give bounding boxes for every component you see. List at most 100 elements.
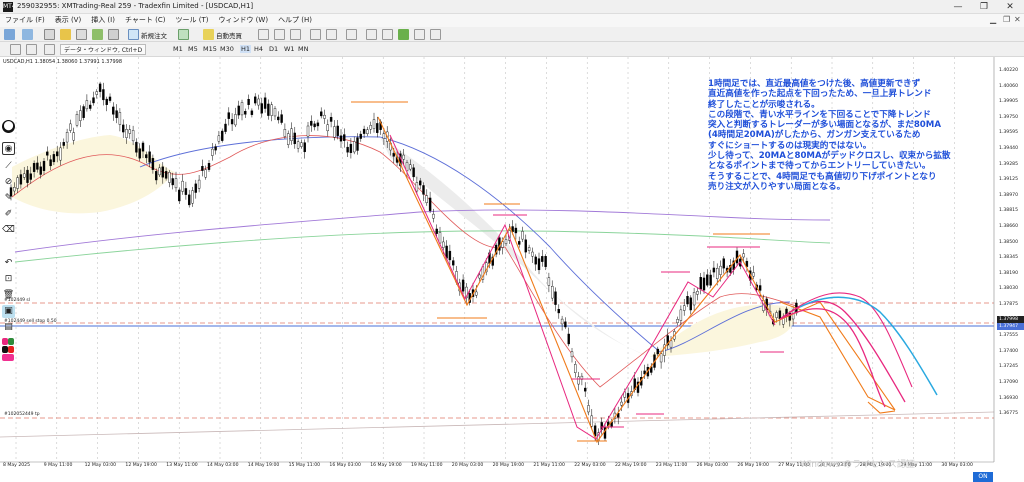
- timeframe-m1[interactable]: M1: [173, 45, 183, 53]
- timeframe-d1[interactable]: D1: [269, 45, 278, 53]
- undo-icon[interactable]: ↶: [2, 257, 15, 270]
- cursor-pointer-icon[interactable]: ⬤: [2, 120, 15, 133]
- new-order-icon[interactable]: [128, 29, 139, 40]
- timeframe-h4[interactable]: H4: [254, 45, 263, 53]
- child-close-icon[interactable]: ✕: [1014, 15, 1021, 24]
- annotation-line: この段階で、青い水平ラインを下回ることで下降トレンド: [708, 109, 931, 120]
- clipboard-icon[interactable]: ▤: [2, 321, 15, 334]
- price-chart[interactable]: USDCAD,H1 1.38054 1.38060 1.37991 1.3799…: [0, 57, 1024, 482]
- long-trendline[interactable]: [0, 411, 995, 438]
- crosshair-icon[interactable]: [26, 44, 37, 55]
- trash-icon[interactable]: 🗑: [2, 289, 15, 302]
- restore-button[interactable]: ❐: [970, 0, 998, 14]
- annotation-line: 直近高値を作った起点を下回ったため、一旦上昇トレンド: [708, 89, 932, 100]
- menu-insert[interactable]: 挿入 (I): [86, 14, 120, 27]
- minimize-button[interactable]: —: [944, 0, 972, 14]
- bear-candle: [554, 291, 557, 305]
- menu-tools[interactable]: ツール (T): [170, 14, 213, 27]
- bear-candle: [52, 154, 56, 163]
- new-chart-icon[interactable]: [4, 29, 15, 40]
- menu-file[interactable]: ファイル (F): [0, 14, 50, 27]
- eye-icon[interactable]: ◉: [2, 142, 15, 155]
- bear-candle: [36, 162, 39, 170]
- navigator-icon[interactable]: [76, 29, 87, 40]
- time-tick-label: 12 May 03:00: [84, 463, 117, 468]
- timeframe-w1[interactable]: W1: [284, 45, 295, 53]
- candlestick-icon[interactable]: [274, 29, 285, 40]
- bull-candle: [204, 169, 207, 178]
- pink-projection-2[interactable]: [779, 308, 886, 408]
- menu-help[interactable]: ヘルプ (H): [273, 14, 317, 27]
- bull-cloud: [12, 135, 175, 214]
- color-swatch-magenta[interactable]: [2, 354, 14, 361]
- periods-icon[interactable]: [414, 29, 425, 40]
- price-tick-label: 1.36775: [999, 411, 1018, 417]
- timeframe-m15[interactable]: M15: [203, 45, 217, 53]
- symbol-info: USDCAD,H1 1.38054 1.38060 1.37991 1.3799…: [3, 59, 123, 65]
- bull-candle: [95, 91, 99, 95]
- zoom-in-icon[interactable]: [310, 29, 321, 40]
- brush-icon[interactable]: ✐: [2, 208, 15, 221]
- bear-candle: [461, 279, 465, 292]
- bull-candle: [577, 376, 580, 385]
- auto-trade-icon[interactable]: [203, 29, 214, 40]
- market-watch-icon[interactable]: [44, 29, 55, 40]
- eraser-icon[interactable]: ⌫: [2, 224, 15, 237]
- time-tick-label: 16 May 03:00: [329, 463, 361, 468]
- chart-shift-icon[interactable]: [366, 29, 377, 40]
- zoom-out-icon[interactable]: [326, 29, 337, 40]
- bear-cloud: [380, 137, 650, 357]
- color-swatch-red[interactable]: [8, 346, 14, 353]
- templates-icon[interactable]: [430, 29, 441, 40]
- profiles-icon[interactable]: [22, 29, 33, 40]
- bear-candle: [260, 103, 263, 114]
- bear-candle: [244, 110, 247, 115]
- close-button[interactable]: ✕: [996, 0, 1024, 14]
- trendline-icon[interactable]: [44, 44, 55, 55]
- cyan-projection[interactable]: [799, 296, 938, 396]
- data-window-icon[interactable]: [60, 29, 71, 40]
- bear-candle: [706, 274, 709, 286]
- on-button[interactable]: ON: [973, 472, 993, 482]
- bear-candle: [105, 98, 108, 105]
- timeframe-m5[interactable]: M5: [188, 45, 198, 53]
- time-tick-label: 9 May 11:00: [43, 463, 73, 468]
- line-chart-icon[interactable]: [290, 29, 301, 40]
- terminal-icon[interactable]: [92, 29, 103, 40]
- annotation-line: (4時間足20MA)がしたから、ガンガン支えているため: [708, 130, 921, 141]
- analysis-annotation[interactable]: 1時間足では、直近最高値をつけた後、高値更新できず 直近高値を作った起点を下回っ…: [708, 79, 978, 192]
- indicators-icon[interactable]: [398, 29, 409, 40]
- bear-candle: [46, 151, 49, 156]
- timeframe-m30[interactable]: M30: [220, 45, 234, 53]
- timeframe-mn[interactable]: MN: [298, 45, 308, 53]
- time-tick-label: 30 May 03:00: [941, 463, 973, 468]
- child-minimize-icon[interactable]: ▁: [990, 15, 996, 24]
- cursor-icon[interactable]: [10, 44, 21, 55]
- bull-candle: [574, 364, 577, 373]
- child-restore-icon[interactable]: ❐: [1003, 15, 1010, 24]
- line-tool-icon[interactable]: ⟋: [2, 160, 15, 173]
- auto-trade-button[interactable]: 自動売買: [216, 30, 242, 40]
- bar-chart-icon[interactable]: [258, 29, 269, 40]
- auto-scroll-icon[interactable]: [382, 29, 393, 40]
- timeframe-h1[interactable]: H1: [240, 45, 252, 53]
- new-order-button[interactable]: 新規注文: [141, 30, 167, 40]
- pencil-icon[interactable]: ✎: [2, 192, 15, 205]
- strategy-tester-icon[interactable]: [108, 29, 119, 40]
- bear-candle: [316, 122, 320, 127]
- data-window-tooltip: データ・ウィンドウ, Ctrl+D: [60, 44, 147, 55]
- menu-chart[interactable]: チャート (C): [120, 14, 171, 27]
- bull-candle: [65, 131, 69, 143]
- menu-window[interactable]: ウィンドウ (W): [213, 14, 273, 27]
- camera-icon[interactable]: ▣: [2, 305, 15, 318]
- ban-icon[interactable]: ⊘: [2, 176, 15, 189]
- time-tick-label: 26 May 19:00: [737, 463, 769, 468]
- lock-icon[interactable]: ⊡: [2, 273, 15, 286]
- pink-projection-1[interactable]: [779, 300, 906, 403]
- metaeditor-icon[interactable]: [178, 29, 189, 40]
- color-swatch-green[interactable]: [8, 338, 14, 345]
- bull-candle: [131, 130, 135, 142]
- tile-windows-icon[interactable]: [346, 29, 357, 40]
- menu-view[interactable]: 表示 (V): [50, 14, 86, 27]
- menu-bar: ファイル (F) 表示 (V) 挿入 (I) チャート (C) ツール (T) ウィンドウ…: [0, 14, 1024, 27]
